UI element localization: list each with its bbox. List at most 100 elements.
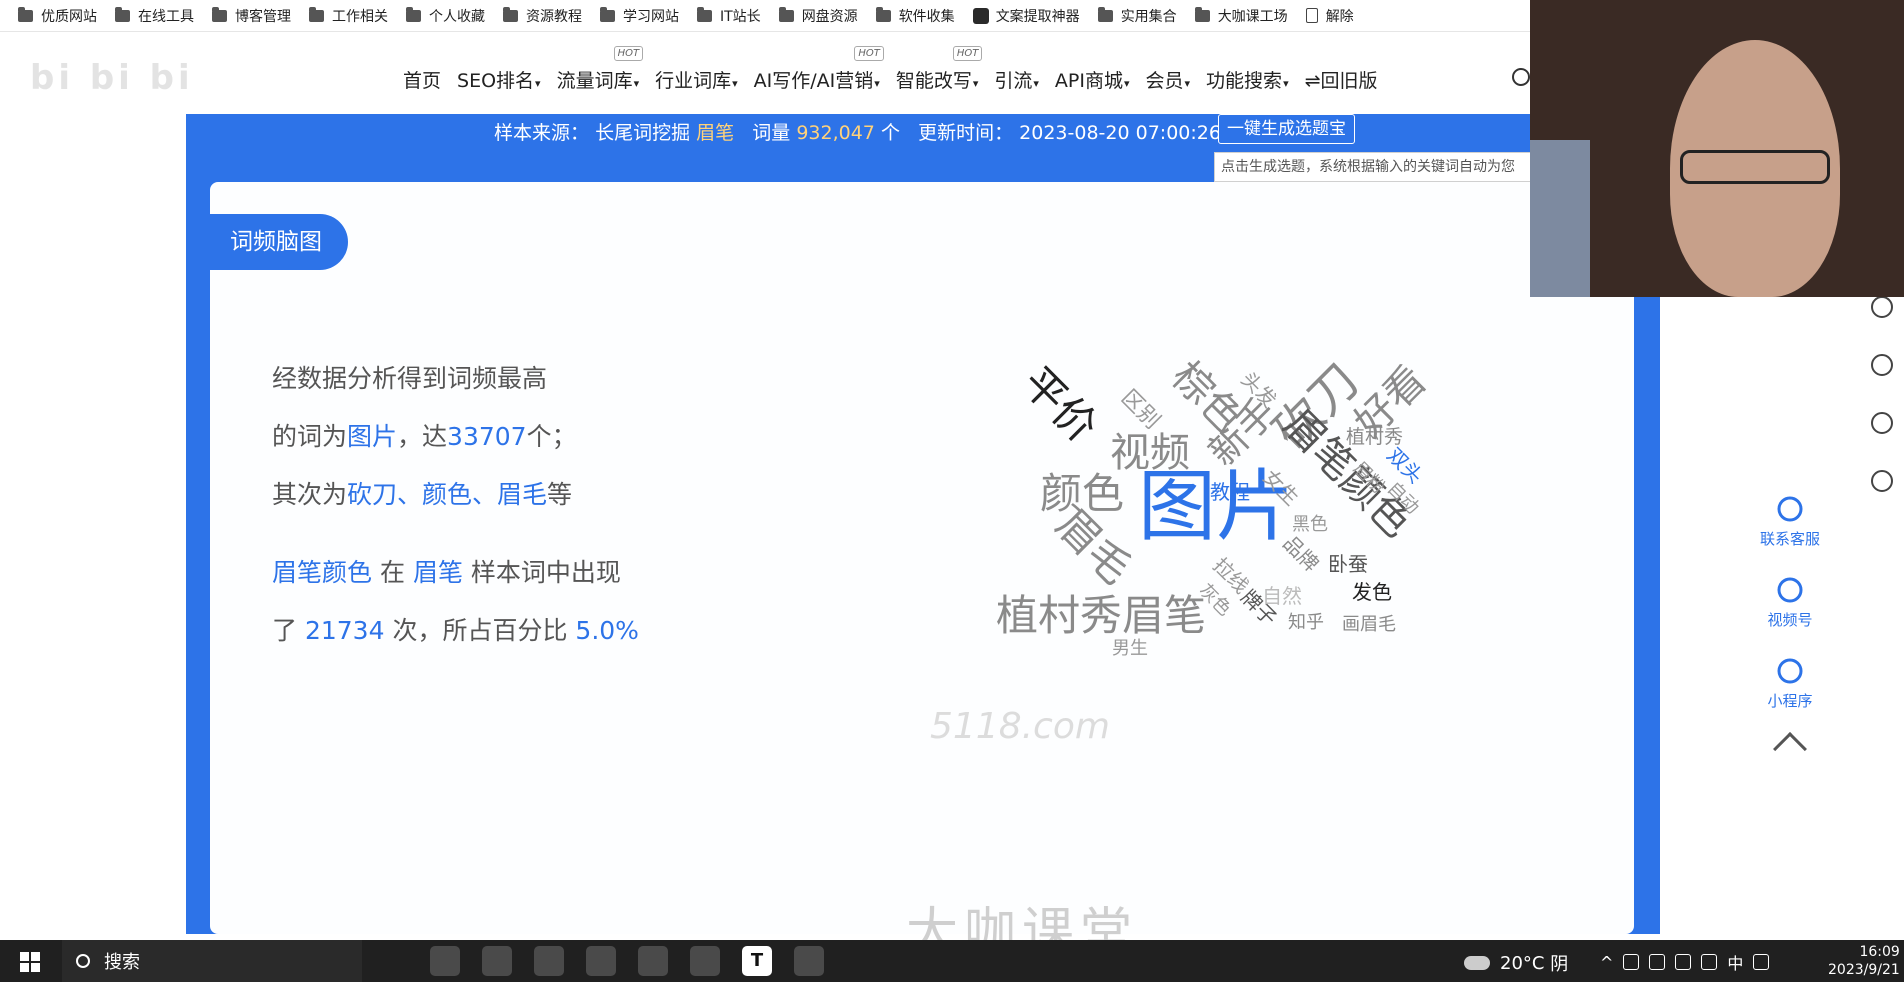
wordcloud-word[interactable]: 画眉毛 <box>1342 610 1396 636</box>
taskbar-app-icon[interactable] <box>586 946 616 976</box>
taskbar-app-icon[interactable] <box>794 946 824 976</box>
taskbar-search[interactable]: 搜索 <box>62 940 362 982</box>
clock-date: 2023/9/21 <box>1828 962 1900 978</box>
nav-item-label: 流量词库 <box>556 70 633 92</box>
bookmark-item[interactable]: 实用集合 <box>1092 0 1189 31</box>
windows-start-icon[interactable] <box>20 952 40 972</box>
refresh-icon[interactable] <box>1871 296 1893 318</box>
nav-item[interactable]: 行业词库▾ <box>647 66 746 93</box>
wordcloud-word[interactable]: 发色 <box>1352 576 1392 605</box>
pen-icon[interactable] <box>1675 954 1692 970</box>
app-tray-icon[interactable] <box>1753 954 1770 970</box>
settings-icon[interactable] <box>1871 412 1893 434</box>
source-label: 样本来源： <box>494 122 590 144</box>
bookmark-item[interactable]: 软件收集 <box>870 0 967 31</box>
bookshelf <box>1530 140 1590 297</box>
headset-icon <box>1775 494 1805 524</box>
bookmark-item[interactable]: 优质网站 <box>12 0 109 31</box>
float-panel-item[interactable]: 小程序 <box>1742 656 1838 711</box>
folder-icon <box>778 6 794 22</box>
ime-indicator[interactable]: 中 <box>1727 950 1743 974</box>
nav-item[interactable]: SEO排名▾ <box>449 66 549 93</box>
generate-topic-button[interactable]: 一键生成选题宝 <box>1218 114 1355 144</box>
nav-item[interactable]: 会员▾ <box>1138 66 1199 93</box>
bookmark-label: IT站长 <box>720 8 761 25</box>
bookmark-item[interactable]: 文案提取神器 <box>967 0 1092 31</box>
nav-item[interactable]: 首页 <box>395 66 449 93</box>
network-icon[interactable] <box>1623 954 1640 970</box>
folder-icon <box>406 6 421 22</box>
hot-badge: HOT <box>952 46 983 61</box>
search-icon <box>76 954 90 968</box>
bookmark-item[interactable]: 个人收藏 <box>400 0 497 31</box>
bookmark-item[interactable]: 工作相关 <box>303 0 400 31</box>
add-icon[interactable] <box>1871 470 1893 492</box>
folder-icon <box>697 6 712 22</box>
wordcloud-word[interactable]: 教程 <box>1210 476 1250 505</box>
main-nav: 首页 SEO排名▾ 流量词库▾ HOT 行业词库▾ AI写作/AI营销▾ HOT 智能改写▾ H… <box>395 46 1386 93</box>
bookmark-item[interactable]: 解除 <box>1300 0 1366 31</box>
bookmark-item[interactable]: 大咖课工场 <box>1189 0 1300 31</box>
float-panel-item[interactable]: 联系客服 <box>1742 494 1838 549</box>
source-value: 长尾词挖掘 <box>595 122 691 144</box>
nav-item-label: 引流 <box>994 70 1033 92</box>
nav-item[interactable]: 智能改写▾ HOT <box>888 46 987 93</box>
nav-item[interactable]: 引流▾ <box>986 66 1047 93</box>
bookmark-item[interactable]: 网盘资源 <box>773 0 870 31</box>
wordcloud-word[interactable]: 卧蚕 <box>1328 548 1368 577</box>
site-logo[interactable]: bi bi bi <box>30 58 370 98</box>
top-word: 图片 <box>347 422 398 451</box>
miniprogram-icon <box>1775 656 1805 686</box>
summary-text-part: 等 <box>547 480 573 509</box>
bookmark-item[interactable]: IT站长 <box>691 0 773 31</box>
taskbar-app-icon[interactable] <box>534 946 564 976</box>
taskbar-app-icon[interactable] <box>430 946 460 976</box>
phrase-keyword: 眉笔 <box>412 558 463 587</box>
nav-item[interactable]: ⇌回旧版 <box>1297 66 1386 93</box>
glasses <box>1680 150 1830 184</box>
keyword: 眉笔 <box>696 122 735 144</box>
wordcloud-word[interactable]: 植村秀 <box>1346 422 1403 449</box>
bookmark-item[interactable]: 博客管理 <box>206 0 303 31</box>
nav-item[interactable]: 功能搜索▾ <box>1198 66 1297 93</box>
keyboard-icon[interactable] <box>1701 954 1718 970</box>
bookmark-label: 在线工具 <box>138 8 194 25</box>
back-to-top-icon[interactable] <box>1773 732 1807 766</box>
folder-icon <box>1097 6 1113 22</box>
bookmark-label: 优质网站 <box>41 8 97 25</box>
bookmark-label: 博客管理 <box>235 8 291 25</box>
wordcloud-word[interactable]: 男生 <box>1112 634 1148 660</box>
bookmark-item[interactable]: 学习网站 <box>594 0 691 31</box>
game-icon[interactable] <box>1871 354 1893 376</box>
result-panel: 样本来源： 长尾词挖掘 眉笔 词量 932,047 个 更新时间： 2023-0… <box>186 114 1660 963</box>
search-icon[interactable] <box>1512 68 1530 86</box>
doc-icon <box>1305 8 1318 23</box>
clock[interactable]: 16:09 2023/9/21 <box>1828 943 1900 979</box>
bookmark-item[interactable]: 在线工具 <box>109 0 206 31</box>
taskbar-app-icon[interactable] <box>482 946 512 976</box>
nav-item-label: 会员 <box>1145 70 1184 92</box>
nav-item[interactable]: 流量词库▾ HOT <box>549 46 648 93</box>
float-panel-item[interactable]: 视频号 <box>1742 575 1838 630</box>
wordcloud-word[interactable]: 平价 <box>1011 351 1114 454</box>
folder-icon <box>212 6 227 22</box>
taskbar-app-icon[interactable] <box>690 946 720 976</box>
volume-icon[interactable] <box>1649 954 1666 970</box>
nav-item-label: SEO排名 <box>457 70 535 92</box>
summary-text-part: 的词为 <box>272 422 348 451</box>
nav-item-label: 功能搜索 <box>1206 70 1283 92</box>
nav-item-label: 首页 <box>403 70 442 92</box>
taskbar-app-icon[interactable]: T <box>742 946 772 976</box>
nav-item-label: 智能改写 <box>895 70 972 92</box>
taskbar-app-icon[interactable] <box>638 946 668 976</box>
chevron-up-icon[interactable]: ^ <box>1600 953 1613 972</box>
nav-item[interactable]: AI写作/AI营销▾ HOT <box>746 46 888 93</box>
bookmark-item[interactable]: 资源教程 <box>497 0 594 31</box>
count-label: 词量 <box>752 122 791 144</box>
site-watermark: 5118.com <box>930 706 1110 747</box>
wordcloud-word[interactable]: 知乎 <box>1288 608 1324 634</box>
wordcloud-word[interactable]: 植村秀眉笔 <box>996 582 1206 643</box>
weather[interactable]: 20°C 阴 <box>1464 950 1568 976</box>
nav-item[interactable]: API商城▾ <box>1047 66 1138 93</box>
update-label: 更新时间： <box>918 122 1014 144</box>
